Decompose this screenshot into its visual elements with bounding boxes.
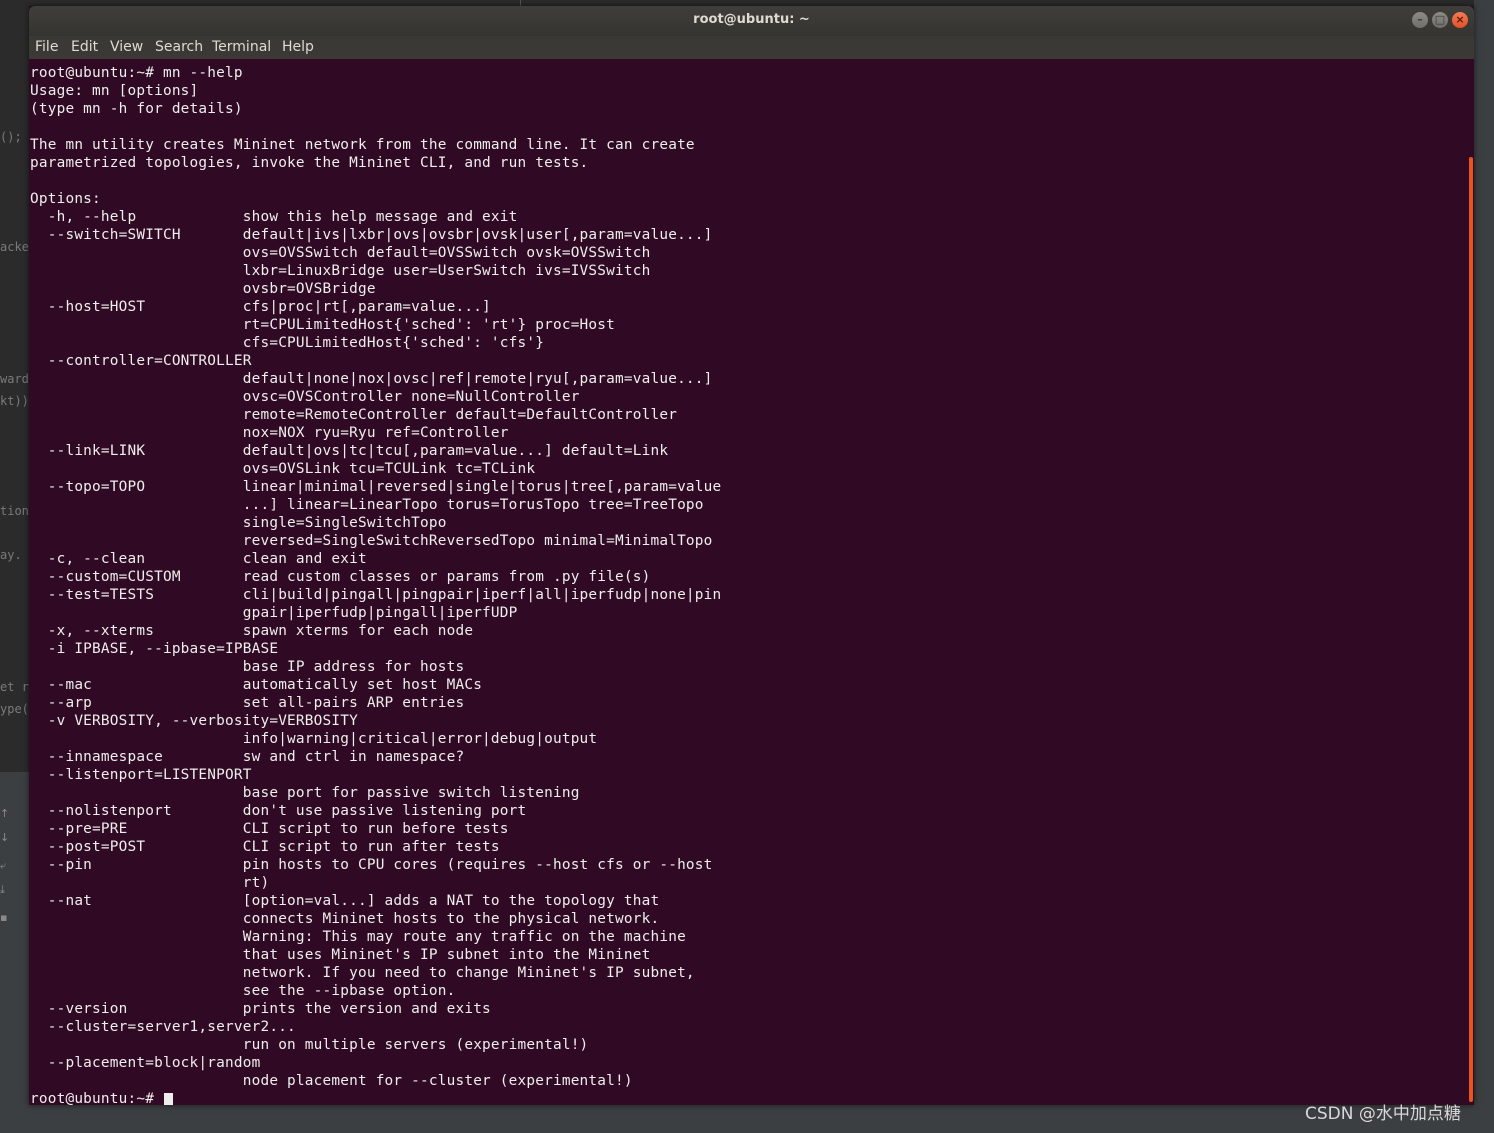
terminal-line: --controller=CONTROLLER (30, 353, 252, 369)
close-icon[interactable]: × (1452, 12, 1468, 28)
terminal-line: base IP address for hosts (30, 659, 465, 675)
terminal-line: -x, --xterms spawn xterms for each node (30, 623, 474, 639)
terminal-line: base port for passive switch listening (30, 785, 580, 801)
menu-terminal[interactable]: Terminal (212, 39, 271, 55)
terminal-output[interactable]: root@ubuntu:~# mn --help Usage: mn [optio… (29, 59, 1469, 1105)
terminal-line: parametrized topologies, invoke the Mini… (30, 155, 589, 171)
menu-bar: File Edit View Search Terminal Help (29, 36, 1474, 59)
background-code-fragment: kt)) (0, 394, 29, 408)
terminal-line: rt=CPULimitedHost{'sched': 'rt'} proc=Ho… (30, 317, 616, 333)
terminal-line: -i IPBASE, --ipbase=IPBASE (30, 641, 279, 657)
download-icon[interactable]: ⤓ (0, 883, 12, 897)
menu-help[interactable]: Help (282, 39, 314, 55)
terminal-line: see the --ipbase option. (30, 983, 456, 999)
background-tool-panel: ↑ ↓ ⤶ ⤓ ▪ (0, 773, 30, 1133)
terminal-line: --arp set all-pairs ARP entries (30, 695, 465, 711)
terminal-line: lxbr=LinuxBridge user=UserSwitch ivs=IVS… (30, 263, 651, 279)
terminal-line: (type mn -h for details) (30, 101, 243, 117)
terminal-line: --placement=block|random (30, 1055, 261, 1071)
terminal-line: info|warning|critical|error|debug|output (30, 731, 598, 747)
terminal-line: rt) (30, 875, 270, 891)
terminal-line: that uses Mininet's IP subnet into the M… (30, 947, 651, 963)
terminal-line: --cluster=server1,server2... (30, 1019, 296, 1035)
terminal-line: gpair|iperfudp|pingall|iperfUDP (30, 605, 518, 621)
terminal-line: network. If you need to change Mininet's… (30, 965, 695, 981)
background-code-fragment: (); (0, 130, 22, 144)
menu-edit[interactable]: Edit (71, 39, 98, 55)
minimize-icon[interactable]: – (1412, 12, 1428, 28)
terminal-line: Options: (30, 191, 101, 207)
watermark: CSDN @水中加点糖 (1305, 1104, 1461, 1124)
terminal-line: --switch=SWITCH default|ivs|lxbr|ovs|ovs… (30, 227, 713, 243)
wrap-icon[interactable]: ⤶ (0, 859, 12, 873)
menu-search[interactable]: Search (155, 39, 203, 55)
square-icon[interactable]: ▪ (0, 911, 12, 924)
terminal-line: nox=NOX ryu=Ryu ref=Controller (30, 425, 509, 441)
terminal-line: --link=LINK default|ovs|tc|tcu[,param=va… (30, 443, 669, 459)
terminal-line: -h, --help show this help message and ex… (30, 209, 518, 225)
terminal-line: --custom=CUSTOM read custom classes or p… (30, 569, 651, 585)
terminal-line: --post=POST CLI script to run after test… (30, 839, 500, 855)
window-title: root@ubuntu: ~ (693, 12, 810, 27)
terminal-scrollbar[interactable] (1469, 157, 1473, 1102)
background-code-fragment: ay. (0, 548, 22, 562)
menu-view[interactable]: View (110, 39, 143, 55)
terminal-window: root@ubuntu: ~ – □ × File Edit View Sear… (29, 6, 1474, 1105)
terminal-line: ovsc=OVSController none=NullController (30, 389, 580, 405)
terminal-line: --nolistenport don't use passive listeni… (30, 803, 527, 819)
terminal-line: root@ubuntu:~# (30, 1091, 163, 1105)
terminal-line: run on multiple servers (experimental!) (30, 1037, 589, 1053)
terminal-line: root@ubuntu:~# mn --help (30, 65, 243, 81)
terminal-line: ...] linear=LinearTopo torus=TorusTopo t… (30, 497, 704, 513)
title-bar[interactable]: root@ubuntu: ~ – □ × (29, 6, 1474, 36)
terminal-line: --pin pin hosts to CPU cores (requires -… (30, 857, 713, 873)
terminal-line: --pre=PRE CLI script to run before tests (30, 821, 509, 837)
terminal-line: ovs=OVSSwitch default=OVSSwitch ovsk=OVS… (30, 245, 651, 261)
terminal-cursor (164, 1093, 173, 1105)
background-status-strip (0, 1105, 1494, 1133)
background-code-fragment: acke (0, 240, 29, 254)
terminal-line: --innamespace sw and ctrl in namespace? (30, 749, 465, 765)
terminal-line: cfs=CPULimitedHost{'sched': 'cfs'} (30, 335, 545, 351)
background-code-fragment: ward (0, 372, 29, 386)
terminal-line: reversed=SingleSwitchReversedTopo minima… (30, 533, 713, 549)
arrow-up-icon[interactable]: ↑ (0, 807, 12, 820)
terminal-line: single=SingleSwitchTopo (30, 515, 447, 531)
terminal-line: --version prints the version and exits (30, 1001, 491, 1017)
background-code-fragment: ype( (0, 702, 29, 716)
terminal-line: The mn utility creates Mininet network f… (30, 137, 695, 153)
terminal-line: node placement for --cluster (experiment… (30, 1073, 633, 1089)
terminal-line: ovsbr=OVSBridge (30, 281, 376, 297)
arrow-down-icon[interactable]: ↓ (0, 831, 12, 844)
maximize-icon[interactable]: □ (1432, 12, 1448, 28)
background-code-fragment: tion (0, 504, 29, 518)
terminal-line: default|none|nox|ovsc|ref|remote|ryu[,pa… (30, 371, 713, 387)
background-code-fragment: et r (0, 680, 29, 694)
terminal-line: --mac automatically set host MACs (30, 677, 483, 693)
terminal-line: --nat [option=val...] adds a NAT to the … (30, 893, 660, 909)
terminal-line: ovs=OVSLink tcu=TCULink tc=TCLink (30, 461, 536, 477)
terminal-line: Warning: This may route any traffic on t… (30, 929, 686, 945)
terminal-line: remote=RemoteController default=DefaultC… (30, 407, 678, 423)
terminal-line: Usage: mn [options] (30, 83, 199, 99)
menu-file[interactable]: File (35, 39, 58, 55)
terminal-line: --listenport=LISTENPORT (30, 767, 252, 783)
terminal-line: -c, --clean clean and exit (30, 551, 367, 567)
terminal-line: -v VERBOSITY, --verbosity=VERBOSITY (30, 713, 358, 729)
terminal-line: --test=TESTS cli|build|pingall|pingpair|… (30, 587, 722, 603)
terminal-line: --topo=TOPO linear|minimal|reversed|sing… (30, 479, 722, 495)
background-panel (1474, 0, 1494, 1133)
terminal-line: connects Mininet hosts to the physical n… (30, 911, 660, 927)
terminal-line: --host=HOST cfs|proc|rt[,param=value...] (30, 299, 491, 315)
